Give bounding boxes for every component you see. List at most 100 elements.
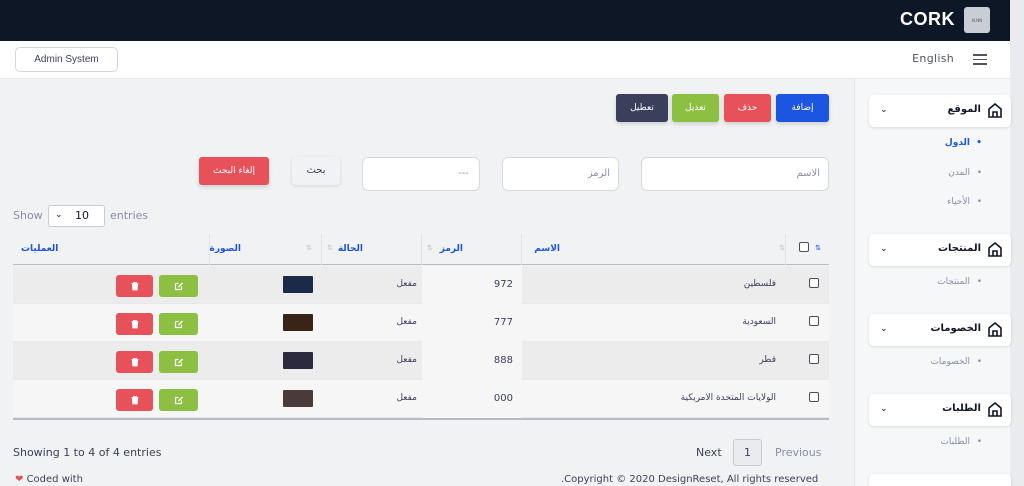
name-search-input[interactable]: الاسم [641, 157, 829, 191]
edit-icon [174, 358, 183, 367]
copyright: .Copyright © 2020 DesignReset, All right… [561, 474, 819, 485]
image-cell [210, 342, 322, 380]
code-cell: 777 [422, 304, 522, 342]
home-icon [988, 103, 1002, 118]
code-search-input[interactable]: الرمز [502, 157, 619, 191]
trash-icon [131, 320, 138, 329]
select-all-checkbox[interactable] [799, 242, 809, 252]
image-cell [210, 304, 322, 342]
sub-header: Admin System English [0, 41, 1010, 79]
delete-row-button[interactable] [116, 313, 153, 335]
row-checkbox[interactable] [809, 392, 819, 402]
name-cell: السعودية [742, 317, 776, 327]
edit-row-button[interactable] [159, 313, 198, 335]
delete-button[interactable]: حذف [724, 94, 771, 122]
top-navbar: CORK N.NN [0, 0, 1010, 41]
select-cell [786, 304, 829, 342]
brand-logo[interactable]: N.NN [964, 7, 990, 33]
table-body: مفعل 972 فلسطين مفعل 777 السعودية مفعل 8… [13, 266, 829, 418]
select-cell [786, 266, 829, 304]
sidebar-item-districts[interactable]: الأحياء • [947, 197, 982, 207]
table-bottom-border [13, 418, 829, 420]
chevron-down-icon: ⌄ [880, 404, 888, 414]
chevron-down-icon: ⌄ [880, 324, 888, 334]
table-row: مفعل 888 قطر [13, 342, 829, 380]
sidebar-group-more[interactable] [869, 474, 1011, 486]
trash-icon [131, 358, 138, 367]
table-header: العمليات الصورة ⇅ الحالة ⇅ الرمز ⇅ الاسم ⇅ ⇅ [13, 234, 829, 265]
select-cell [786, 342, 829, 380]
pagination-next[interactable]: Next [696, 446, 722, 459]
code-cell: 888 [422, 342, 522, 380]
row-checkbox[interactable] [809, 278, 819, 288]
actions-cell [13, 342, 210, 380]
table-row: مفعل 972 فلسطين [13, 266, 829, 304]
add-button[interactable]: إضافة [776, 94, 829, 122]
brand-name[interactable]: CORK [900, 9, 955, 30]
countries-table: العمليات الصورة ⇅ الحالة ⇅ الرمز ⇅ الاسم ⇅ ⇅ [13, 234, 829, 265]
name-cell: قطر [759, 355, 776, 365]
sidebar: الموقع ⌄ الدول • المدن • الأحياء • المنتجات… [854, 79, 1011, 486]
sidebar-item-orders[interactable]: الطلبات • [940, 437, 982, 447]
row-checkbox[interactable] [809, 316, 819, 326]
delete-row-button[interactable] [116, 389, 153, 411]
edit-row-button[interactable] [159, 351, 198, 373]
country-thumbnail [283, 352, 313, 369]
delete-row-button[interactable] [116, 351, 153, 373]
name-cell: فلسطين [743, 279, 776, 289]
search-button[interactable]: بحث [292, 157, 340, 185]
header-select-all[interactable]: ⇅ [786, 234, 829, 265]
status-cell: مفعل [396, 279, 417, 289]
heart-icon: ❤ [15, 474, 24, 485]
trash-icon [131, 282, 138, 291]
sidebar-group-products[interactable]: المنتجات ⌄ [869, 234, 1011, 266]
select-cell [786, 380, 829, 418]
header-code[interactable]: الرمز ⇅ [422, 234, 522, 265]
sidebar-item-products[interactable]: المنتجات • [937, 277, 982, 287]
trash-icon [131, 396, 138, 405]
sidebar-group-label: الطلبات [942, 403, 981, 414]
edit-icon [174, 282, 183, 291]
name-cell: الولايات المتحدة الامريكية [680, 393, 776, 403]
delete-row-button[interactable] [116, 275, 153, 297]
actions-cell [13, 266, 210, 304]
image-cell [210, 266, 322, 304]
sidebar-group-orders[interactable]: الطلبات ⌄ [869, 394, 1011, 426]
home-icon [988, 402, 1002, 417]
language-switch[interactable]: English [912, 52, 954, 65]
country-thumbnail [283, 276, 313, 293]
status-cell: مفعل [396, 393, 417, 403]
pagination-page-1[interactable]: 1 [733, 439, 762, 466]
disable-button[interactable]: تعطيل [616, 94, 668, 122]
admin-system-button[interactable]: Admin System [15, 47, 118, 72]
status-select[interactable]: --- [362, 157, 480, 191]
table-row: مفعل 000 الولايات المتحدة الامريكية [13, 380, 829, 418]
entries-select[interactable]: ⌄ 10 [48, 205, 105, 227]
sidebar-group-label: الموقع [947, 104, 981, 115]
scrollbar[interactable] [1010, 0, 1024, 486]
sidebar-item-cities[interactable]: المدن • [948, 168, 982, 178]
table-row: مفعل 777 السعودية [13, 304, 829, 342]
edit-button[interactable]: تعديل [672, 94, 719, 122]
hamburger-menu-icon[interactable] [973, 54, 987, 65]
image-cell [210, 380, 322, 418]
row-checkbox[interactable] [809, 354, 819, 364]
sidebar-item-countries[interactable]: الدول • [945, 138, 982, 148]
header-actions[interactable]: العمليات [13, 234, 210, 265]
chevron-down-icon: ⌄ [880, 105, 888, 115]
header-status[interactable]: الحالة ⇅ [322, 234, 422, 265]
sidebar-group-label: المنتجات [937, 243, 981, 254]
cancel-search-button[interactable]: إلغاء البحث [199, 157, 269, 185]
edit-row-button[interactable] [159, 275, 198, 297]
edit-icon [174, 396, 183, 405]
edit-row-button[interactable] [159, 389, 198, 411]
sidebar-group-label: الخصومات [930, 323, 981, 334]
pagination-previous[interactable]: Previous [775, 446, 822, 459]
sidebar-item-discounts[interactable]: الخصومات • [930, 357, 982, 367]
sidebar-group-site[interactable]: الموقع ⌄ [869, 95, 1011, 127]
status-cell: مفعل [396, 317, 417, 327]
sidebar-group-discounts[interactable]: الخصومات ⌄ [869, 314, 1011, 346]
country-thumbnail [283, 390, 313, 407]
header-name[interactable]: الاسم ⇅ [522, 234, 786, 265]
header-image[interactable]: الصورة ⇅ [210, 234, 322, 265]
